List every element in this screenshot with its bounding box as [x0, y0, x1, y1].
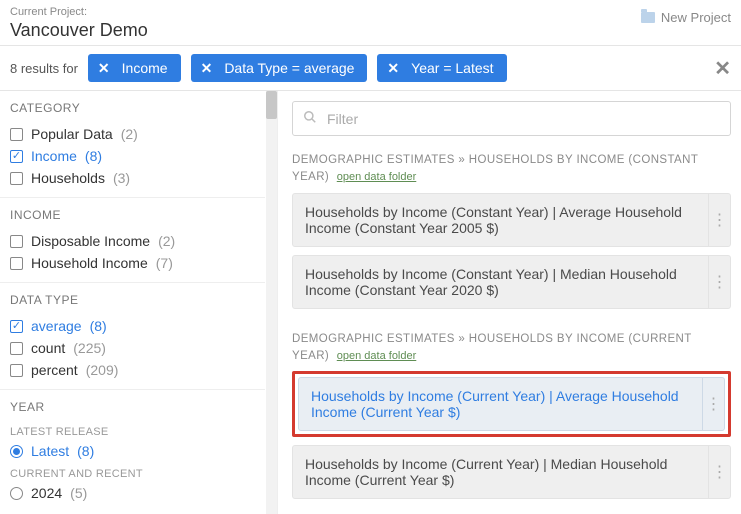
kebab-icon[interactable]: ⋮	[708, 446, 730, 498]
facet-households[interactable]: Households (3)	[10, 167, 255, 189]
scrollbar-track[interactable]	[266, 91, 277, 514]
kebab-icon[interactable]: ⋮	[708, 194, 730, 246]
radio-icon	[10, 445, 23, 458]
subhead-current-recent: CURRENT AND RECENT	[0, 462, 265, 482]
group-head-constant-year: DEMOGRAPHIC ESTIMATES » HOUSEHOLDS BY IN…	[292, 152, 731, 187]
folder-icon	[641, 12, 655, 23]
facet-label: Popular Data	[31, 126, 113, 142]
facet-count: (3)	[113, 170, 130, 186]
project-label: Current Project:	[10, 6, 148, 18]
radio-icon	[10, 487, 23, 500]
chip-year[interactable]: ✕ Year = Latest	[377, 54, 506, 82]
facet-count: (8)	[77, 443, 94, 459]
open-data-folder-link[interactable]: open data folder	[337, 171, 417, 183]
facet-count: (8)	[90, 318, 107, 334]
checkbox-icon	[10, 320, 23, 333]
filter-input[interactable]	[327, 111, 720, 127]
radio-latest[interactable]: Latest (8)	[0, 440, 265, 462]
project-name: Vancouver Demo	[10, 20, 148, 41]
facet-label: Households	[31, 170, 105, 186]
scrollbar-thumb[interactable]	[266, 91, 277, 119]
facet-label: Household Income	[31, 255, 148, 271]
result-item[interactable]: Households by Income (Constant Year) | M…	[292, 255, 731, 309]
checkbox-icon	[10, 150, 23, 163]
checkbox-icon	[10, 172, 23, 185]
close-icon[interactable]: ✕	[98, 61, 110, 75]
new-project-label: New Project	[661, 10, 731, 25]
section-income: INCOME	[0, 197, 265, 228]
new-project-button[interactable]: New Project	[641, 6, 731, 25]
facet-label: Income	[31, 148, 77, 164]
facet-count: (2)	[121, 126, 138, 142]
filter-box[interactable]	[292, 101, 731, 136]
result-item[interactable]: Households by Income (Current Year) | Me…	[292, 445, 731, 499]
facet-count: (2)	[158, 233, 175, 249]
facet-household-income[interactable]: Household Income (7)	[10, 252, 255, 274]
clear-all-icon[interactable]: ✕	[714, 56, 731, 81]
facet-average[interactable]: average (8)	[10, 315, 255, 337]
search-icon	[303, 110, 317, 127]
facet-popular-data[interactable]: Popular Data (2)	[10, 123, 255, 145]
facet-count: (5)	[70, 485, 87, 501]
result-title: Households by Income (Constant Year) | A…	[293, 194, 708, 246]
kebab-icon[interactable]: ⋮	[702, 378, 724, 430]
chip-income[interactable]: ✕ Income	[88, 54, 181, 82]
result-item[interactable]: Households by Income (Constant Year) | A…	[292, 193, 731, 247]
group-head-current-year: DEMOGRAPHIC ESTIMATES » HOUSEHOLDS BY IN…	[292, 331, 731, 366]
result-title: Households by Income (Current Year) | Av…	[299, 378, 702, 430]
radio-label: Latest	[31, 443, 69, 459]
result-title: Households by Income (Constant Year) | M…	[293, 256, 708, 308]
facet-count[interactable]: count (225)	[10, 337, 255, 359]
checkbox-icon	[10, 342, 23, 355]
checkbox-icon	[10, 128, 23, 141]
subhead-latest-release: LATEST RELEASE	[0, 420, 265, 440]
chip-label: Data Type = average	[224, 60, 354, 76]
checkbox-icon	[10, 257, 23, 270]
facet-label: Disposable Income	[31, 233, 150, 249]
facet-income[interactable]: Income (8)	[10, 145, 255, 167]
radio-label: 2024	[31, 485, 62, 501]
section-category: CATEGORY	[0, 91, 265, 121]
close-icon[interactable]: ✕	[201, 61, 213, 75]
facet-count: (209)	[86, 362, 119, 378]
close-icon[interactable]: ✕	[387, 61, 399, 75]
section-year: YEAR	[0, 389, 265, 420]
chip-datatype[interactable]: ✕ Data Type = average	[191, 54, 368, 82]
facet-count: (225)	[73, 340, 106, 356]
open-data-folder-link[interactable]: open data folder	[337, 350, 417, 362]
kebab-icon[interactable]: ⋮	[708, 256, 730, 308]
chip-label: Year = Latest	[411, 60, 493, 76]
facet-count: (8)	[85, 148, 102, 164]
facet-disposable-income[interactable]: Disposable Income (2)	[10, 230, 255, 252]
facet-percent[interactable]: percent (209)	[10, 359, 255, 381]
chip-label: Income	[122, 60, 168, 76]
result-title: Households by Income (Current Year) | Me…	[293, 446, 708, 498]
results-count: 8 results for	[10, 61, 78, 76]
facet-label: percent	[31, 362, 78, 378]
facet-label: average	[31, 318, 82, 334]
facet-count: (7)	[156, 255, 173, 271]
section-data-type: DATA TYPE	[0, 282, 265, 313]
facet-label: count	[31, 340, 65, 356]
checkbox-icon	[10, 364, 23, 377]
radio-2024[interactable]: 2024 (5)	[0, 482, 265, 504]
checkbox-icon	[10, 235, 23, 248]
result-item-highlighted[interactable]: Households by Income (Current Year) | Av…	[292, 371, 731, 437]
